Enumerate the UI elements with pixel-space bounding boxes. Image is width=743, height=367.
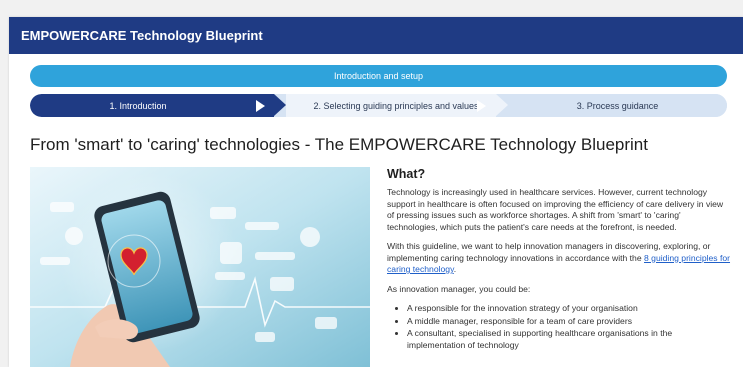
hero-image	[30, 167, 370, 367]
step-divider	[274, 94, 286, 116]
list-item: A consultant, specialised in supporting …	[407, 328, 732, 351]
what-section: What? Technology is increasingly used in…	[387, 167, 732, 352]
step-label: 2. Selecting guiding principles and valu…	[313, 100, 479, 111]
list-item: A middle manager, responsible for a team…	[407, 316, 732, 328]
hero-illustration	[30, 167, 370, 367]
step-label: 1. Introduction	[109, 100, 167, 111]
section-label: Introduction and setup	[333, 71, 424, 81]
page-title: From 'smart' to 'caring' technologies - …	[30, 135, 648, 154]
step-introduction[interactable]: 1. Introduction	[30, 94, 274, 117]
paragraph-text: .	[453, 264, 457, 274]
app-title: EMPOWERCARE Technology Blueprint	[21, 28, 263, 43]
step-navigation: 3. Process guidance 2. Selecting guiding…	[30, 94, 727, 117]
step-label: 3. Process guidance	[576, 100, 659, 111]
what-heading: What?	[387, 167, 426, 181]
list-item: A responsible for the innovation strateg…	[407, 303, 732, 315]
step-divider	[496, 94, 508, 116]
play-arrow-icon	[477, 100, 486, 112]
app-header: EMPOWERCARE Technology Blueprint	[9, 17, 743, 54]
step-guiding-principles[interactable]: 2. Selecting guiding principles and valu…	[286, 94, 496, 117]
step-process-guidance[interactable]: 3. Process guidance	[508, 94, 727, 117]
role-list: A responsible for the innovation strateg…	[387, 303, 732, 351]
section-bar[interactable]: Introduction and setup	[30, 65, 727, 87]
play-arrow-icon	[256, 100, 265, 112]
blueprint-card: EMPOWERCARE Technology Blueprint Introdu…	[9, 17, 743, 367]
what-paragraph-2: With this guideline, we want to help inn…	[387, 241, 732, 276]
what-paragraph-1: Technology is increasingly used in healt…	[387, 187, 724, 232]
what-paragraph-3: As innovation manager, you could be:	[387, 283, 531, 294]
